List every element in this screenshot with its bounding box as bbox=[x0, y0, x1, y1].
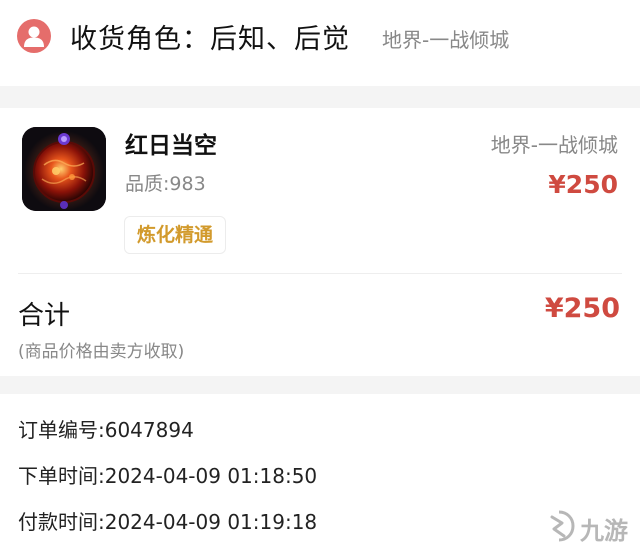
total-label: 合计 bbox=[18, 301, 71, 331]
recipient-section: 收货角色：后知、后觉 地界-一战倾城 bbox=[0, 0, 640, 86]
jiuyou-logo-icon bbox=[542, 509, 576, 547]
item-tag-badge: 炼化精通 bbox=[124, 216, 227, 254]
order-number: 订单编号:6047894 bbox=[18, 418, 194, 442]
order-time: 下单时间:2024-04-09 01:18:50 bbox=[18, 464, 318, 488]
total-note: (商品价格由卖方收取) bbox=[18, 342, 185, 362]
item-quality: 品质:983 bbox=[125, 173, 206, 195]
user-icon bbox=[17, 19, 51, 53]
product-card: 红日当空 品质:983 炼化精通 地界-一战倾城 ¥250 合计 (商品价格由卖… bbox=[0, 108, 640, 376]
pay-time: 付款时间:2024-04-09 01:19:18 bbox=[18, 510, 318, 534]
item-name[interactable]: 红日当空 bbox=[125, 126, 217, 160]
item-thumbnail[interactable] bbox=[22, 127, 106, 211]
item-price: ¥250 bbox=[548, 170, 618, 199]
recipient-label: 收货角色：后知、后觉 bbox=[70, 24, 350, 55]
item-server: 地界-一战倾城 bbox=[490, 133, 618, 157]
total-price: ¥250 bbox=[544, 293, 620, 324]
recipient-server: 地界-一战倾城 bbox=[382, 28, 510, 52]
divider bbox=[18, 273, 622, 274]
watermark: 九游 bbox=[542, 509, 628, 547]
watermark-text: 九游 bbox=[580, 516, 628, 545]
